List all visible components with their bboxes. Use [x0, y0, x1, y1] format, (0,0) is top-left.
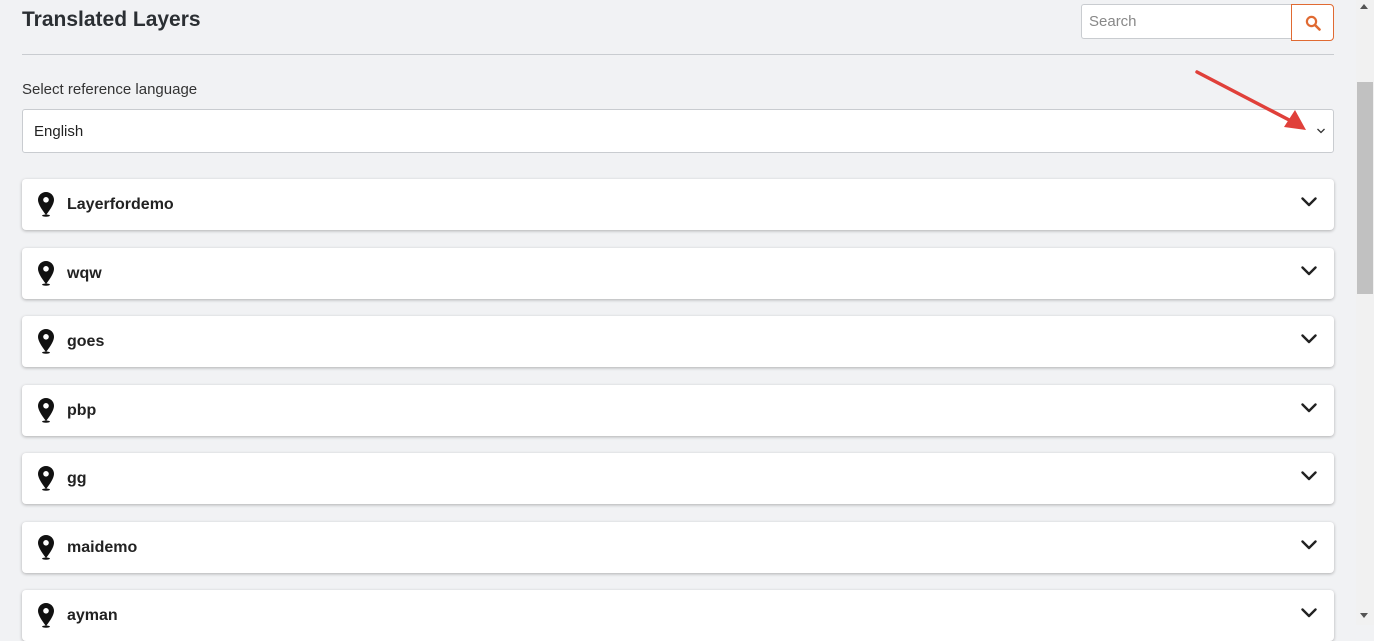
scrollbar-thumb[interactable] [1357, 82, 1373, 294]
layer-name: maidemo [67, 538, 138, 556]
map-pin-icon [38, 260, 54, 286]
language-label: Select reference language [22, 81, 198, 98]
map-pin-icon [38, 329, 54, 354]
layer-item[interactable]: ayman [22, 590, 1334, 641]
page-title: Translated Layers [22, 8, 201, 31]
language-selected-value: English [34, 123, 84, 140]
layer-item[interactable]: wqw [22, 247, 1334, 299]
layer-name: gg [67, 470, 87, 487]
language-select[interactable]: English [22, 109, 1334, 153]
chevron-down-icon[interactable] [1301, 197, 1317, 207]
search-icon [1305, 15, 1321, 31]
search-input[interactable] [1081, 4, 1291, 39]
chevron-down-icon [1317, 128, 1325, 134]
layer-name: wqw [67, 264, 102, 282]
scroll-down-arrow[interactable] [1360, 613, 1368, 618]
chevron-down-icon[interactable] [1301, 402, 1317, 413]
layer-name: goes [67, 333, 105, 350]
map-pin-icon [38, 397, 54, 423]
search-button[interactable] [1291, 4, 1334, 41]
layer-name: ayman [67, 607, 118, 624]
layer-item[interactable]: pbp [22, 384, 1334, 436]
layer-item[interactable]: goes [22, 316, 1334, 367]
chevron-down-icon[interactable] [1301, 608, 1317, 618]
header-divider [22, 54, 1334, 55]
map-pin-icon [38, 603, 54, 628]
layer-item[interactable]: maidemo [22, 521, 1334, 573]
map-pin-icon [38, 534, 54, 560]
map-pin-icon [38, 466, 54, 491]
chevron-down-icon[interactable] [1301, 539, 1317, 550]
scroll-up-arrow[interactable] [1360, 4, 1368, 9]
layer-name: Layerfordemo [67, 196, 174, 213]
layer-item[interactable]: gg [22, 453, 1334, 504]
chevron-down-icon[interactable] [1301, 471, 1317, 481]
layer-name: pbp [67, 401, 97, 419]
map-pin-icon [38, 192, 54, 217]
chevron-down-icon[interactable] [1301, 265, 1317, 276]
chevron-down-icon[interactable] [1301, 334, 1317, 344]
layer-item[interactable]: Layerfordemo [22, 179, 1334, 230]
